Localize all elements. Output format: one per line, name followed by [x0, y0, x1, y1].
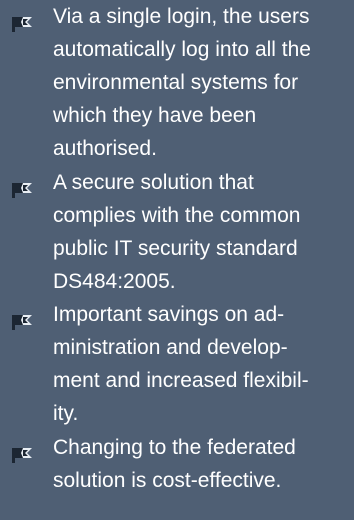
text-line: Via a single login, the users	[53, 5, 310, 28]
text-line: automatically log into all the	[53, 38, 311, 61]
text-line: solution is cost-effective.	[53, 469, 282, 492]
bullet-text: Via a single login, the users automatica…	[53, 0, 349, 165]
text-line: which they have been	[53, 104, 257, 127]
text-line: complies with the common	[53, 204, 301, 227]
bullet-text: A secure solution that complies with the…	[53, 166, 349, 298]
text-line: environmental systems for	[53, 71, 299, 94]
text-line: DS484:2005.	[53, 270, 176, 293]
text-line: A secure solution that	[53, 171, 254, 194]
text-line: Important savings on ad-	[53, 303, 285, 326]
text-line: ity.	[53, 402, 79, 425]
bullet-text: Changing to the federated solution is co…	[53, 431, 349, 497]
text-line: ministration and develop-	[53, 336, 288, 359]
flag-icon	[12, 182, 34, 198]
flag-icon	[12, 16, 34, 32]
text-line: public IT security standard	[53, 237, 298, 260]
text-line: authorised.	[53, 137, 157, 160]
text-line: ment and increased flexibil-	[53, 369, 309, 392]
bullet-text: Important savings on ad- ministration an…	[53, 298, 349, 430]
text-line: Changing to the federated	[53, 436, 296, 459]
flag-icon	[12, 447, 34, 463]
flag-icon	[12, 314, 34, 330]
